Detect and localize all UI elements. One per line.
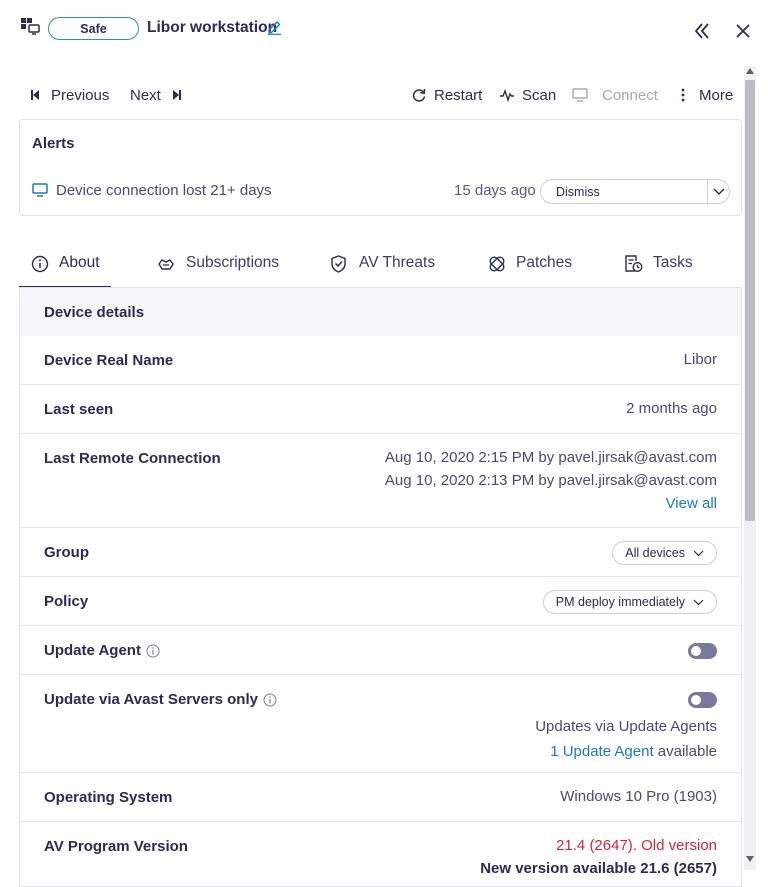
row-policy: Policy PM deploy immediately xyxy=(20,577,741,626)
monitor-icon xyxy=(32,183,49,198)
skip-next-icon xyxy=(171,89,183,101)
more-label: More xyxy=(699,86,734,104)
update-agents-note: Updates via Update Agents xyxy=(535,718,717,735)
double-chevron-left-icon[interactable] xyxy=(694,23,710,39)
tasks-clock-icon xyxy=(624,255,643,273)
row-label: Update via Avast Servers only xyxy=(44,691,277,708)
av-version-old: 21.4 (2647). Old version xyxy=(556,837,717,854)
view-all-link[interactable]: View all xyxy=(385,492,717,515)
update-agent-availability: 1 Update Agent available xyxy=(535,739,717,764)
row-label: Operating System xyxy=(44,789,173,806)
info-circle-icon[interactable] xyxy=(263,693,277,707)
alert-action-value: Dismiss xyxy=(556,184,600,199)
info-circle-icon xyxy=(31,255,49,273)
group-select-value: All devices xyxy=(625,546,685,560)
row-device-real-name: Device Real Name Libor xyxy=(20,336,741,385)
row-group: Group All devices xyxy=(20,528,741,577)
row-label: Group xyxy=(44,544,89,561)
chevron-down-icon[interactable] xyxy=(707,180,729,203)
tab-label: Patches xyxy=(516,254,573,271)
remote-connection-entry: Aug 10, 2020 2:15 PM by pavel.jirsak@ava… xyxy=(384,449,717,466)
update-via-avast-toggle[interactable] xyxy=(688,692,717,708)
group-select[interactable]: All devices xyxy=(612,541,717,565)
row-value: 21.4 (2647). Old version New version ava… xyxy=(480,834,717,880)
device-title: Libor workstation xyxy=(147,19,278,36)
row-label: Last Remote Connection xyxy=(44,450,221,467)
scan-button[interactable]: Scan xyxy=(499,86,556,104)
info-circle-icon[interactable] xyxy=(146,644,160,658)
scroll-down-arrow-icon[interactable] xyxy=(746,856,754,862)
row-update-via-avast: Update via Avast Servers only Updates vi… xyxy=(20,675,741,773)
row-value: Libor xyxy=(683,351,717,368)
shield-check-icon xyxy=(330,255,347,273)
row-label: Policy xyxy=(44,593,89,610)
policy-select[interactable]: PM deploy immediately xyxy=(542,590,717,614)
connect-button[interactable]: Connect xyxy=(572,86,658,104)
row-label-text: Update via Avast Servers only xyxy=(44,691,258,708)
row-label-text: Update Agent xyxy=(44,642,141,659)
row-label: Device Real Name xyxy=(44,352,174,369)
row-value: Aug 10, 2020 2:15 PM by pavel.jirsak@ava… xyxy=(385,446,717,515)
scroll-up-arrow-icon[interactable] xyxy=(746,68,754,74)
previous-button[interactable]: Previous xyxy=(29,86,109,104)
tab-av-threats[interactable]: AV Threats xyxy=(330,254,435,288)
row-av-program-version: AV Program Version 21.4 (2647). Old vers… xyxy=(20,822,741,886)
scan-label: Scan xyxy=(522,86,557,104)
alert-action-select[interactable]: Dismiss xyxy=(540,179,730,204)
scrollbar-thumb[interactable] xyxy=(745,80,755,521)
alerts-title: Alerts xyxy=(32,135,75,152)
status-badge: Safe xyxy=(48,17,139,40)
patches-icon xyxy=(488,255,506,273)
row-last-remote-connection: Last Remote Connection Aug 10, 2020 2:15… xyxy=(20,434,741,528)
restart-label: Restart xyxy=(434,86,483,104)
section-header: Device details xyxy=(20,288,741,336)
tab-label: About xyxy=(59,254,100,271)
av-version-new: New version available 21.6 (2657) xyxy=(480,860,717,877)
skip-previous-icon xyxy=(29,89,41,101)
row-label: Update Agent xyxy=(44,642,160,659)
row-value: Windows 10 Pro (1903) xyxy=(560,788,717,805)
more-button[interactable]: More xyxy=(678,86,733,104)
subscriptions-icon xyxy=(156,255,176,273)
tab-label: Tasks xyxy=(653,254,693,271)
windows-device-icon xyxy=(20,17,40,35)
section-title: Device details xyxy=(44,304,145,321)
pencil-icon[interactable] xyxy=(267,19,282,35)
update-agent-link[interactable]: 1 Update Agent xyxy=(550,743,653,760)
next-button[interactable]: Next xyxy=(130,86,183,104)
row-update-agent: Update Agent xyxy=(20,626,741,675)
alert-message: Device connection lost 21+ days xyxy=(56,182,272,199)
policy-select-value: PM deploy immediately xyxy=(555,595,685,609)
tab-patches[interactable]: Patches xyxy=(488,254,572,288)
row-value: 2 months ago xyxy=(626,400,717,417)
pulse-icon xyxy=(499,88,515,102)
tab-tasks[interactable]: Tasks xyxy=(624,254,693,288)
row-operating-system: Operating System Windows 10 Pro (1903) xyxy=(20,773,741,822)
previous-label: Previous xyxy=(51,86,110,104)
row-label: Last seen xyxy=(44,401,114,418)
tab-label: AV Threats xyxy=(359,254,436,271)
remote-connection-entry: Aug 10, 2020 2:13 PM by pavel.jirsak@ava… xyxy=(384,472,717,489)
tab-label: Subscriptions xyxy=(186,254,280,271)
connect-label: Connect xyxy=(602,86,658,104)
close-icon[interactable] xyxy=(735,23,751,39)
restart-icon xyxy=(411,87,427,103)
update-agent-toggle[interactable] xyxy=(688,643,717,659)
row-last-seen: Last seen 2 months ago xyxy=(20,385,741,434)
chevron-down-icon xyxy=(693,599,704,606)
restart-button[interactable]: Restart xyxy=(411,86,482,104)
alerts-panel: Alerts Device connection lost 21+ days 1… xyxy=(19,119,742,216)
tab-subscriptions[interactable]: Subscriptions xyxy=(156,254,279,288)
vertical-dots-icon xyxy=(678,87,688,103)
device-details-panel: Device details Device Real Name Libor La… xyxy=(19,287,742,887)
next-label: Next xyxy=(130,86,161,104)
alert-time: 15 days ago xyxy=(454,182,536,199)
chevron-down-icon xyxy=(693,550,704,557)
monitor-icon xyxy=(572,87,589,103)
row-value: Updates via Update Agents 1 Update Agent… xyxy=(535,714,717,764)
update-agent-suffix: available xyxy=(657,743,717,760)
tab-about[interactable]: About xyxy=(31,254,100,288)
row-label: AV Program Version xyxy=(44,838,188,855)
